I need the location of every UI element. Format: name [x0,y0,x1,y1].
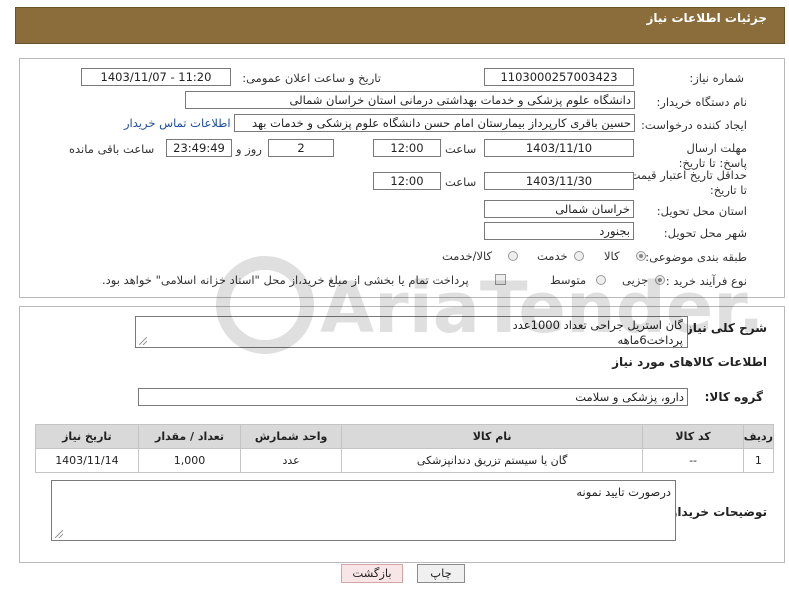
table-row: 1 -- گان یا سیستم تزریق دندانپزشکی عدد 1… [35,448,775,473]
buyer-org-field: دانشگاه علوم پزشکی و خدمات بهداشتی درمان… [185,91,635,109]
category-goods-service-label: کالا/خدمت [442,249,493,263]
buyer-notes-label: توضیحات خریدار: [665,505,767,519]
cell-name: گان یا سیستم تزریق دندانپزشکی [340,448,644,473]
cell-code: -- [642,448,744,473]
remaining-label: ساعت باقی مانده [69,142,155,156]
buyer-org-label: نام دستگاه خریدار: [656,95,747,109]
validity-date-field: 1403/11/30 [484,172,634,190]
buyer-notes-textarea: درصورت تایید نمونه [51,480,676,541]
category-label: طبقه بندی موضوعی: [645,250,747,264]
process-label: نوع فرآیند خرید : [665,274,747,288]
need-number-label: شماره نیاز: [689,71,744,85]
resize-handle[interactable] [55,530,63,538]
category-service-radio[interactable] [574,251,584,261]
buyer-notes-text: درصورت تایید نمونه [576,485,671,499]
treasury-payment-checkbox[interactable] [495,274,506,285]
city-field: بجنورد [484,222,634,240]
col-unit: واحد شمارش [240,424,342,449]
deadline-time-field: 12:00 [373,139,441,157]
process-medium-label: متوسط [550,273,587,287]
process-minor-radio[interactable] [655,275,665,285]
validity-time-label: ساعت [445,175,477,189]
city-label: شهر محل تحویل: [663,226,747,240]
category-service-label: خدمت [537,249,568,263]
description-textarea: گان استریل جراحی تعداد 1000عدد پرداخت6ما… [135,316,688,348]
process-minor-label: جزیی [622,273,649,287]
category-goods-service-radio[interactable] [508,251,518,261]
validity-time-field: 12:00 [373,172,441,190]
announce-label: تاریخ و ساعت اعلان عمومی: [242,71,381,85]
description-line-1: گان استریل جراحی تعداد 1000عدد [512,318,683,332]
announce-field: 1403/11/07 - 11:20 [81,68,231,86]
col-row: ردیف [742,424,775,449]
process-medium-radio[interactable] [596,275,606,285]
deadline-time-label: ساعت [445,142,477,156]
treasury-payment-label: پرداخت تمام یا بخشی از مبلغ خرید،از محل … [102,273,469,287]
description-line-2: پرداخت6ماهه [617,333,684,347]
province-field: خراسان شمالی [484,200,634,218]
days-remaining-field: 2 [268,139,334,157]
cell-unit: عدد [240,448,342,473]
validity-label: حداقل تاریخ اعتبار قیمت: تا تاریخ: [625,168,747,197]
goods-table-header: ردیف کد کالا نام کالا واحد شمارش تعداد /… [35,424,775,449]
requester-field: حسین باقری کارپرداز بیمارستان امام حسن د… [234,114,635,132]
remaining-time-field: 23:49:49 [166,139,232,157]
col-quantity: تعداد / مقدار [137,424,242,449]
col-code: کد کالا [642,424,744,449]
days-label: روز و [236,142,262,156]
buyer-contact-link[interactable]: اطلاعات تماس خریدار [124,116,231,130]
deadline-date-field: 1403/11/10 [484,139,634,157]
cell-row: 1 [742,448,775,473]
goods-group-field: دارو، پزشکی و سلامت [138,388,688,406]
province-label: استان محل تحویل: [656,204,747,218]
deadline-label: مهلت ارسال پاسخ: تا تاریخ: [678,141,747,170]
resize-handle[interactable] [139,337,147,345]
requester-label: ایجاد کننده درخواست: [641,118,747,132]
goods-section-title: اطلاعات کالاهای مورد نیاز [612,355,767,369]
back-button[interactable]: بازگشت [341,564,403,583]
print-button[interactable]: چاپ [417,564,465,583]
page-title: جزئیات اطلاعات نیاز [646,11,767,25]
col-name: نام کالا [340,424,644,449]
category-goods-label: کالا [604,249,620,263]
cell-date: 1403/11/14 [35,448,139,473]
description-label: شرح کلی نیاز: [681,321,767,335]
col-date: تاریخ نیاز [35,424,139,449]
need-number-field: 1103000257003423 [484,68,634,86]
goods-group-label: گروه کالا: [704,390,763,404]
category-goods-radio[interactable] [636,251,646,261]
goods-table: ردیف کد کالا نام کالا واحد شمارش تعداد /… [35,424,775,473]
cell-quantity: 1,000 [137,448,242,473]
